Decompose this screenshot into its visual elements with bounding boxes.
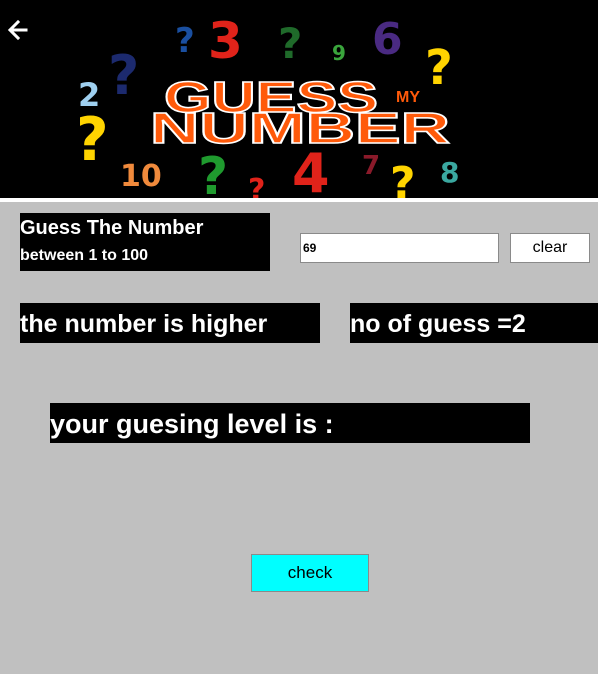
number-seven: 7 (362, 151, 380, 181)
question-mark-green-bottom: ? (198, 147, 228, 198)
title-subheading: between 1 to 100 (20, 247, 149, 264)
hint-label: the number is higher (20, 303, 320, 343)
number-ten: 10 (120, 159, 162, 194)
number-eight: 8 (440, 156, 459, 189)
title-heading: Guess The Number (20, 217, 204, 239)
question-mark-yellow-right: ? (425, 40, 453, 96)
number-six: 6 (372, 14, 403, 65)
clear-button[interactable]: clear (510, 233, 590, 263)
guess-count-label: no of guess =2 (350, 303, 598, 343)
question-mark-green: ? (278, 19, 302, 68)
number-four: 4 (292, 142, 330, 198)
title-label-box: Guess The Number between 1 to 100 (20, 213, 270, 271)
question-mark-yellow-left: ? (80, 105, 109, 175)
arrow-left-icon[interactable] (6, 18, 30, 42)
header-divider (0, 198, 598, 202)
guessing-level-label: your guesing level is : (50, 403, 530, 443)
question-mark-red: ? (248, 173, 265, 198)
check-button[interactable]: check (251, 554, 369, 592)
app-screen: ? 3 ? 9 6 ? ? 2 GUESS MY ? NUMBER 10 ? ?… (0, 0, 598, 674)
header-banner: ? 3 ? 9 6 ? ? 2 GUESS MY ? NUMBER 10 ? ?… (0, 0, 598, 198)
guess-input[interactable] (300, 233, 499, 263)
question-mark-yellow-bottom: ? (390, 158, 416, 198)
number-nine: 9 (332, 41, 346, 65)
question-mark-blue: ? (175, 21, 195, 61)
question-mark-darkblue: ? (108, 44, 139, 107)
number-three: 3 (208, 12, 243, 70)
guess-my-number-banner: ? 3 ? 9 6 ? ? 2 GUESS MY ? NUMBER 10 ? ?… (80, 10, 480, 198)
